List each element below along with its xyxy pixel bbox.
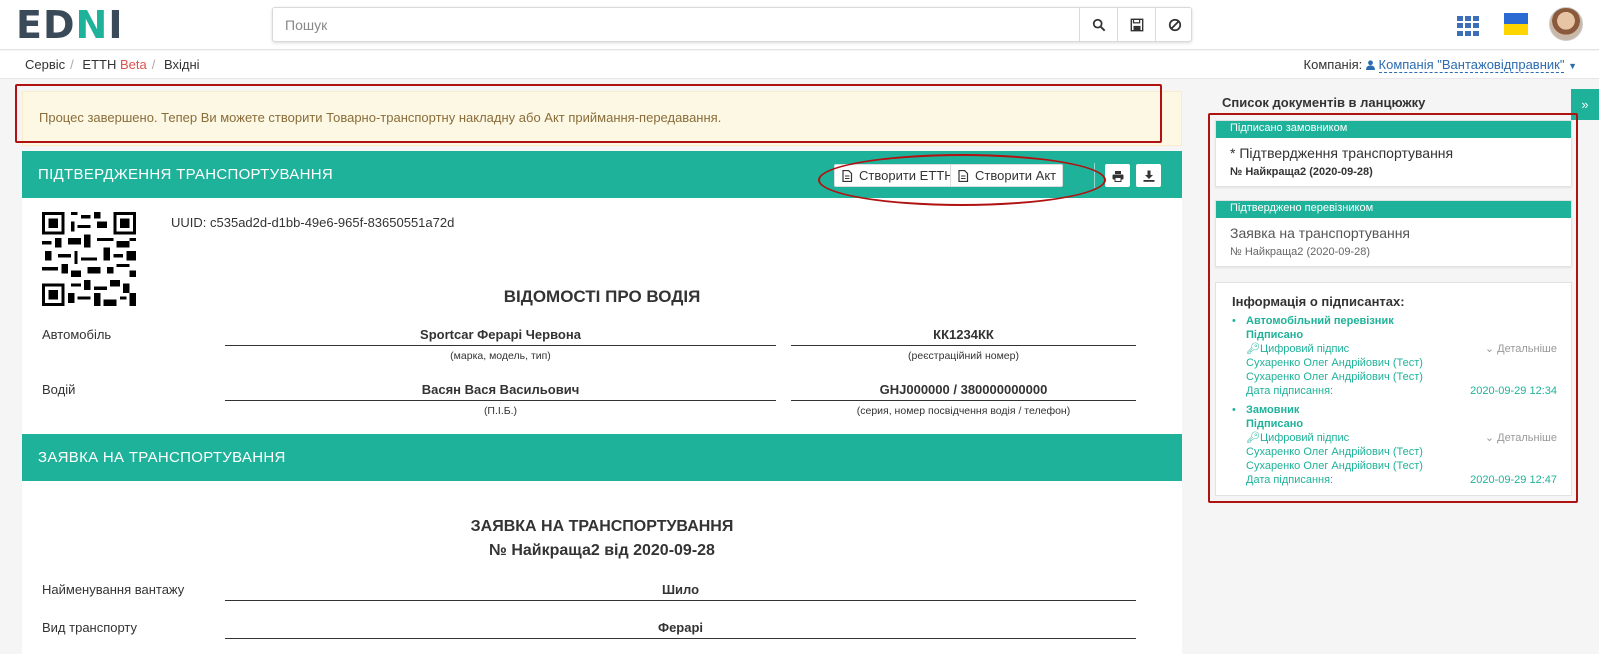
document-uuid: UUID: c535ad2d-d1bb-49e6-965f-83650551a7… [171, 215, 455, 230]
driver-label: Водій [42, 382, 76, 397]
highlight-rectangle [15, 84, 1162, 143]
download-button[interactable] [1136, 164, 1161, 187]
reg-number-value: КК1234КК [791, 327, 1136, 346]
download-icon [1143, 170, 1154, 182]
cargo-label: Найменування вантажу [42, 582, 185, 597]
ukraine-flag-icon[interactable] [1504, 13, 1528, 35]
reg-number-hint: (реєстраційний номер) [908, 350, 1019, 362]
user-avatar[interactable] [1549, 7, 1583, 41]
document-panel: ПІДТВЕРДЖЕННЯ ТРАНСПОРТУВАННЯ Створити Е… [22, 151, 1182, 654]
search-bar [272, 7, 1192, 42]
reg-number-field: КК1234КК (реєстраційний номер) [791, 327, 1136, 362]
transport-value: Ферарі [225, 620, 1136, 639]
breadcrumb-inbox: Вхідні [163, 57, 200, 72]
transport-field: Ферарі [225, 620, 1136, 639]
license-hint: (серия, номер посвідчення водія / телефо… [856, 405, 1071, 417]
logo-text-i: I [108, 3, 124, 47]
request-doc-title: ЗАЯВКА НА ТРАНСПОРТУВАННЯ [470, 518, 734, 535]
request-section-header: ЗАЯВКА НА ТРАНСПОРТУВАННЯ [22, 434, 1182, 481]
company-selector[interactable]: Компанія: Компанія "Вантажовідправник" ▼ [1303, 57, 1577, 73]
caret-down-icon: ▼ [1568, 61, 1577, 71]
apps-grid-icon[interactable] [1457, 16, 1479, 36]
save-icon [1130, 18, 1143, 31]
license-field: GHJ000000 / 380000000000 (серия, номер п… [791, 382, 1136, 417]
search-button[interactable] [1079, 8, 1117, 41]
logo-text-n: N [75, 3, 109, 47]
clear-search-button[interactable] [1155, 8, 1193, 41]
car-value: Sportcar Ферарі Червона [225, 327, 776, 346]
print-icon [1112, 170, 1123, 182]
print-button[interactable] [1105, 164, 1130, 187]
panel-title: ПІДТВЕРДЖЕННЯ ТРАНСПОРТУВАННЯ [38, 166, 333, 183]
transport-label: Вид транспорту [42, 620, 138, 635]
beta-label: Beta [119, 57, 147, 72]
driver-field: Васян Вася Васильович (П.І.Б.) [225, 382, 776, 417]
driver-hint: (П.І.Б.) [483, 405, 518, 417]
highlight-rectangle [1208, 113, 1578, 503]
company-label: Компанія: [1303, 57, 1363, 72]
driver-section-title: ВІДОМОСТІ ПРО ВОДІЯ [503, 287, 701, 306]
cargo-value: Шило [225, 582, 1136, 601]
breadcrumb-separator: / [70, 57, 74, 72]
breadcrumb: Сервіс / ЕТТН Beta / Вхідні [25, 57, 200, 72]
request-doc-number: № Найкраща2 від 2020-09-28 [489, 542, 715, 559]
user-icon [1365, 60, 1375, 70]
company-name-link[interactable]: Компанія "Вантажовідправник" [1378, 57, 1565, 73]
ban-icon [1168, 18, 1181, 31]
car-field: Sportcar Ферарі Червона (марка, модель, … [225, 327, 776, 362]
car-hint: (марка, модель, тип) [450, 350, 551, 362]
top-navbar: EDNI [0, 0, 1599, 50]
breadcrumb-etth[interactable]: ЕТТН [82, 57, 116, 72]
license-value: GHJ000000 / 380000000000 [791, 382, 1136, 401]
breadcrumb-separator: / [151, 57, 156, 72]
chain-list-title: Список документів в ланцюжку [1222, 95, 1426, 110]
logo-text-ed: ED [16, 3, 76, 47]
search-input[interactable] [273, 8, 1079, 41]
breadcrumb-service[interactable]: Сервіс [25, 57, 65, 72]
edin-logo[interactable]: EDNI [16, 6, 123, 44]
save-search-button[interactable] [1117, 8, 1155, 41]
car-label: Автомобіль [42, 327, 112, 342]
cargo-field: Шило [225, 582, 1136, 601]
highlight-ellipse [818, 154, 1106, 206]
search-icon [1092, 18, 1105, 31]
driver-value: Васян Вася Васильович [225, 382, 776, 401]
breadcrumb-bar: Сервіс / ЕТТН Beta / Вхідні Компанія: Комп… [0, 51, 1599, 79]
